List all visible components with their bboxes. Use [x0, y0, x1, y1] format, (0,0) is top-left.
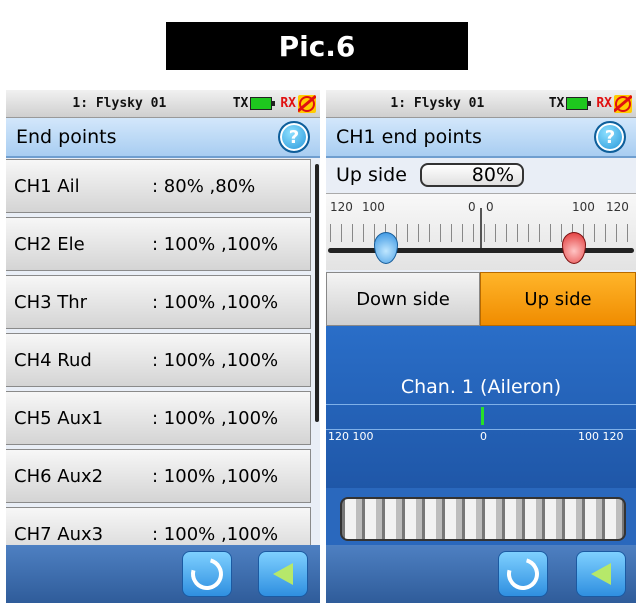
back-button[interactable] — [258, 551, 308, 597]
title-bar: End points ? — [6, 118, 320, 158]
channel-list: CH1 Ail : 80% ,80% CH2 Ele : 100% ,100% CH… — [6, 159, 311, 565]
reset-icon — [185, 552, 229, 596]
channel-name: CH6 Aux2 — [14, 465, 104, 487]
down-side-knob[interactable] — [374, 232, 398, 264]
channel-endpoints: : 100% ,100% — [152, 523, 279, 545]
channel-endpoints: : 80% ,80% — [152, 175, 256, 197]
channel-endpoints: : 100% ,100% — [152, 233, 279, 255]
tick-label: 100 — [572, 200, 595, 214]
ch1-end-points-screen: 1: Flysky 01 TX RX CH1 end points ? Up s… — [326, 90, 636, 603]
channel-name: CH7 Aux3 — [14, 523, 104, 545]
up-side-row: Up side 80% — [326, 158, 636, 192]
adjust-wheel[interactable] — [340, 497, 626, 541]
rx-indicator: RX — [280, 94, 316, 113]
model-name: 1: Flysky 01 — [390, 96, 485, 111]
channel-endpoints: : 100% ,100% — [152, 407, 279, 429]
no-signal-icon — [614, 94, 632, 113]
pic-label: Pic.6 — [166, 22, 468, 70]
channel-row[interactable]: CH5 Aux1 : 100% ,100% — [6, 391, 311, 445]
bottom-bar — [6, 545, 320, 603]
up-side-button[interactable]: Up side — [480, 272, 636, 326]
channel-name: CH4 Rud — [14, 349, 92, 371]
channel-monitor: Chan. 1 (Aileron) 120 100 0 100 120 — [326, 326, 636, 488]
back-arrow-icon — [273, 563, 293, 585]
scrollbar[interactable] — [315, 164, 319, 422]
tick-label: 120 — [606, 200, 629, 214]
channel-endpoints: : 100% ,100% — [152, 349, 279, 371]
tx-indicator: TX — [549, 96, 593, 111]
bottom-bar — [326, 545, 636, 603]
caption-text — [0, 0, 636, 20]
model-name: 1: Flysky 01 — [72, 96, 167, 111]
title-bar: CH1 end points ? — [326, 118, 636, 158]
tick-label: 120 — [330, 200, 353, 214]
channel-output-bar — [326, 404, 636, 430]
up-side-label: Up side — [336, 164, 407, 186]
reset-button[interactable] — [182, 551, 232, 597]
tick-label: 0 — [486, 200, 494, 214]
rx-indicator: RX — [596, 94, 632, 113]
tick-label: 0 — [468, 200, 476, 214]
back-arrow-icon — [591, 563, 611, 585]
channel-output-marker — [481, 407, 484, 425]
page-title: CH1 end points — [336, 126, 482, 148]
channel-row[interactable]: CH6 Aux2 : 100% ,100% — [6, 449, 311, 503]
down-side-button[interactable]: Down side — [326, 272, 480, 326]
no-signal-icon — [298, 94, 316, 113]
channel-endpoints: : 100% ,100% — [152, 465, 279, 487]
help-icon[interactable]: ? — [278, 121, 310, 153]
tx-indicator: TX — [233, 96, 277, 111]
side-buttons: Down side Up side — [326, 272, 636, 326]
channel-endpoints: : 100% ,100% — [152, 291, 279, 313]
status-bar: 1: Flysky 01 TX RX — [326, 90, 636, 118]
battery-icon — [566, 97, 592, 110]
tick-label: 100 — [362, 200, 385, 214]
center-mark — [480, 208, 482, 248]
channel-row[interactable]: CH3 Thr : 100% ,100% — [6, 275, 311, 329]
channel-row[interactable]: CH2 Ele : 100% ,100% — [6, 217, 311, 271]
channel-name: CH3 Thr — [14, 291, 88, 313]
scale-label: 120 100 — [328, 430, 374, 443]
scale-label: 100 120 — [578, 430, 624, 443]
channel-row[interactable]: CH1 Ail : 80% ,80% — [6, 159, 311, 213]
end-points-screen: 1: Flysky 01 TX RX End points ? CH1 Ail:… — [6, 90, 320, 603]
channel-name: CH1 Ail — [14, 175, 80, 197]
help-icon[interactable]: ? — [594, 121, 626, 153]
channel-name: CH2 Ele — [14, 233, 85, 255]
channel-name: CH5 Aux1 — [14, 407, 104, 429]
wheel-area — [326, 488, 636, 545]
back-button[interactable] — [576, 551, 626, 597]
up-side-knob[interactable] — [562, 232, 586, 264]
page-title: End points — [16, 126, 117, 148]
endpoint-slider[interactable]: 120 100 0 0 100 120 — [326, 193, 636, 270]
status-bar: 1: Flysky 01 TX RX — [6, 90, 320, 118]
reset-icon — [501, 552, 545, 596]
channel-row[interactable]: CH4 Rud : 100% ,100% — [6, 333, 311, 387]
reset-button[interactable] — [498, 551, 548, 597]
scale-label: 0 — [480, 430, 487, 443]
battery-icon — [250, 97, 276, 110]
up-side-value: 80% — [420, 163, 524, 187]
channel-name: Chan. 1 (Aileron) — [400, 376, 562, 398]
